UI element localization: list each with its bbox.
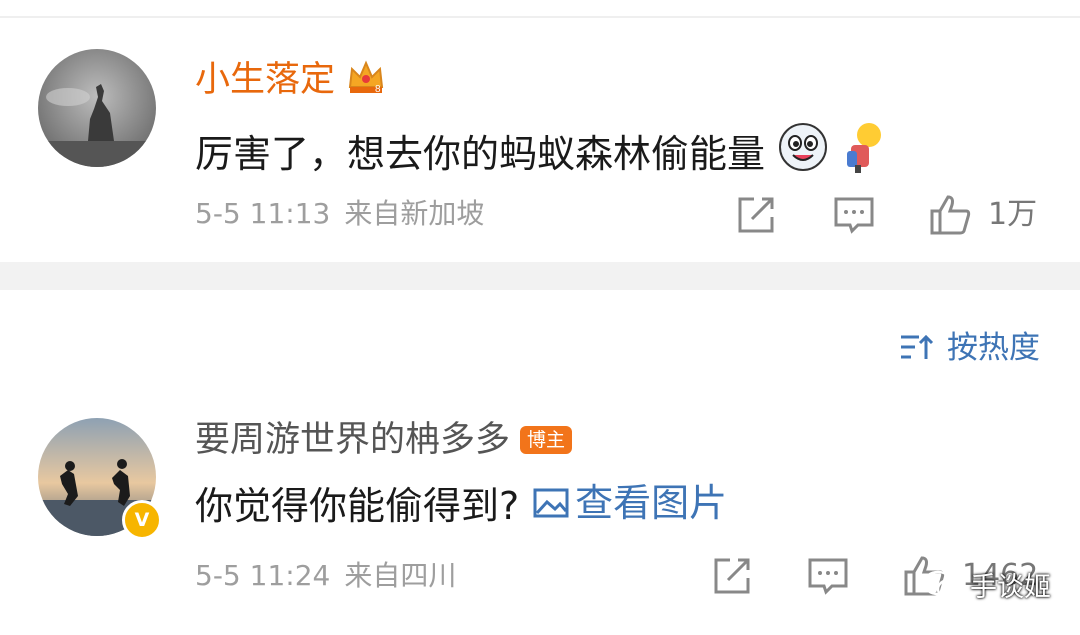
- image-icon: [533, 488, 569, 518]
- share-icon[interactable]: [734, 193, 778, 237]
- comment-meta: 5-5 11:13 来自新加坡: [195, 197, 484, 231]
- timestamp: 5-5 11:13: [195, 197, 331, 230]
- share-icon[interactable]: [710, 554, 754, 598]
- location: 来自四川: [344, 559, 457, 592]
- wechat-icon: [922, 570, 962, 599]
- comment-icon[interactable]: [832, 193, 876, 237]
- sort-button[interactable]: 按热度: [899, 328, 1040, 368]
- like-icon[interactable]: [928, 193, 972, 237]
- comment-text: 你觉得你能偷得到? 查看图片: [195, 480, 728, 528]
- crown-badge-icon: 8: [346, 57, 386, 106]
- comment-icon[interactable]: [806, 554, 850, 598]
- section-divider: [0, 262, 1080, 290]
- view-image-link[interactable]: 查看图片: [533, 480, 727, 526]
- dog-emoji-icon: [777, 121, 829, 183]
- comment-item: 小生落定 8 厉害了，想去你的蚂蚁森林偷能量 5-5 11:13 来自新加坡 1…: [0, 0, 1080, 262]
- location: 来自新加坡: [344, 197, 485, 230]
- avatar[interactable]: [38, 49, 156, 167]
- comment-item: V 要周游世界的柟多多 博主 你觉得你能偷得到? 查看图片 5-5 11:24 来自…: [0, 395, 1080, 635]
- like-count: 1万: [988, 197, 1038, 232]
- blogger-badge: 博主: [520, 426, 573, 454]
- watermark: 手谈姬: [922, 565, 1051, 604]
- comment-text: 厉害了，想去你的蚂蚁森林偷能量: [195, 121, 887, 183]
- verified-badge: V: [122, 500, 162, 540]
- comment-meta: 5-5 11:24 来自四川: [195, 559, 456, 593]
- username[interactable]: 要周游世界的柟多多 博主: [195, 420, 573, 460]
- username[interactable]: 小生落定 8: [195, 57, 386, 106]
- timestamp: 5-5 11:24: [195, 559, 331, 592]
- svg-text:8: 8: [375, 84, 381, 95]
- sort-icon: [901, 334, 934, 359]
- thinking-emoji-icon: [841, 121, 887, 183]
